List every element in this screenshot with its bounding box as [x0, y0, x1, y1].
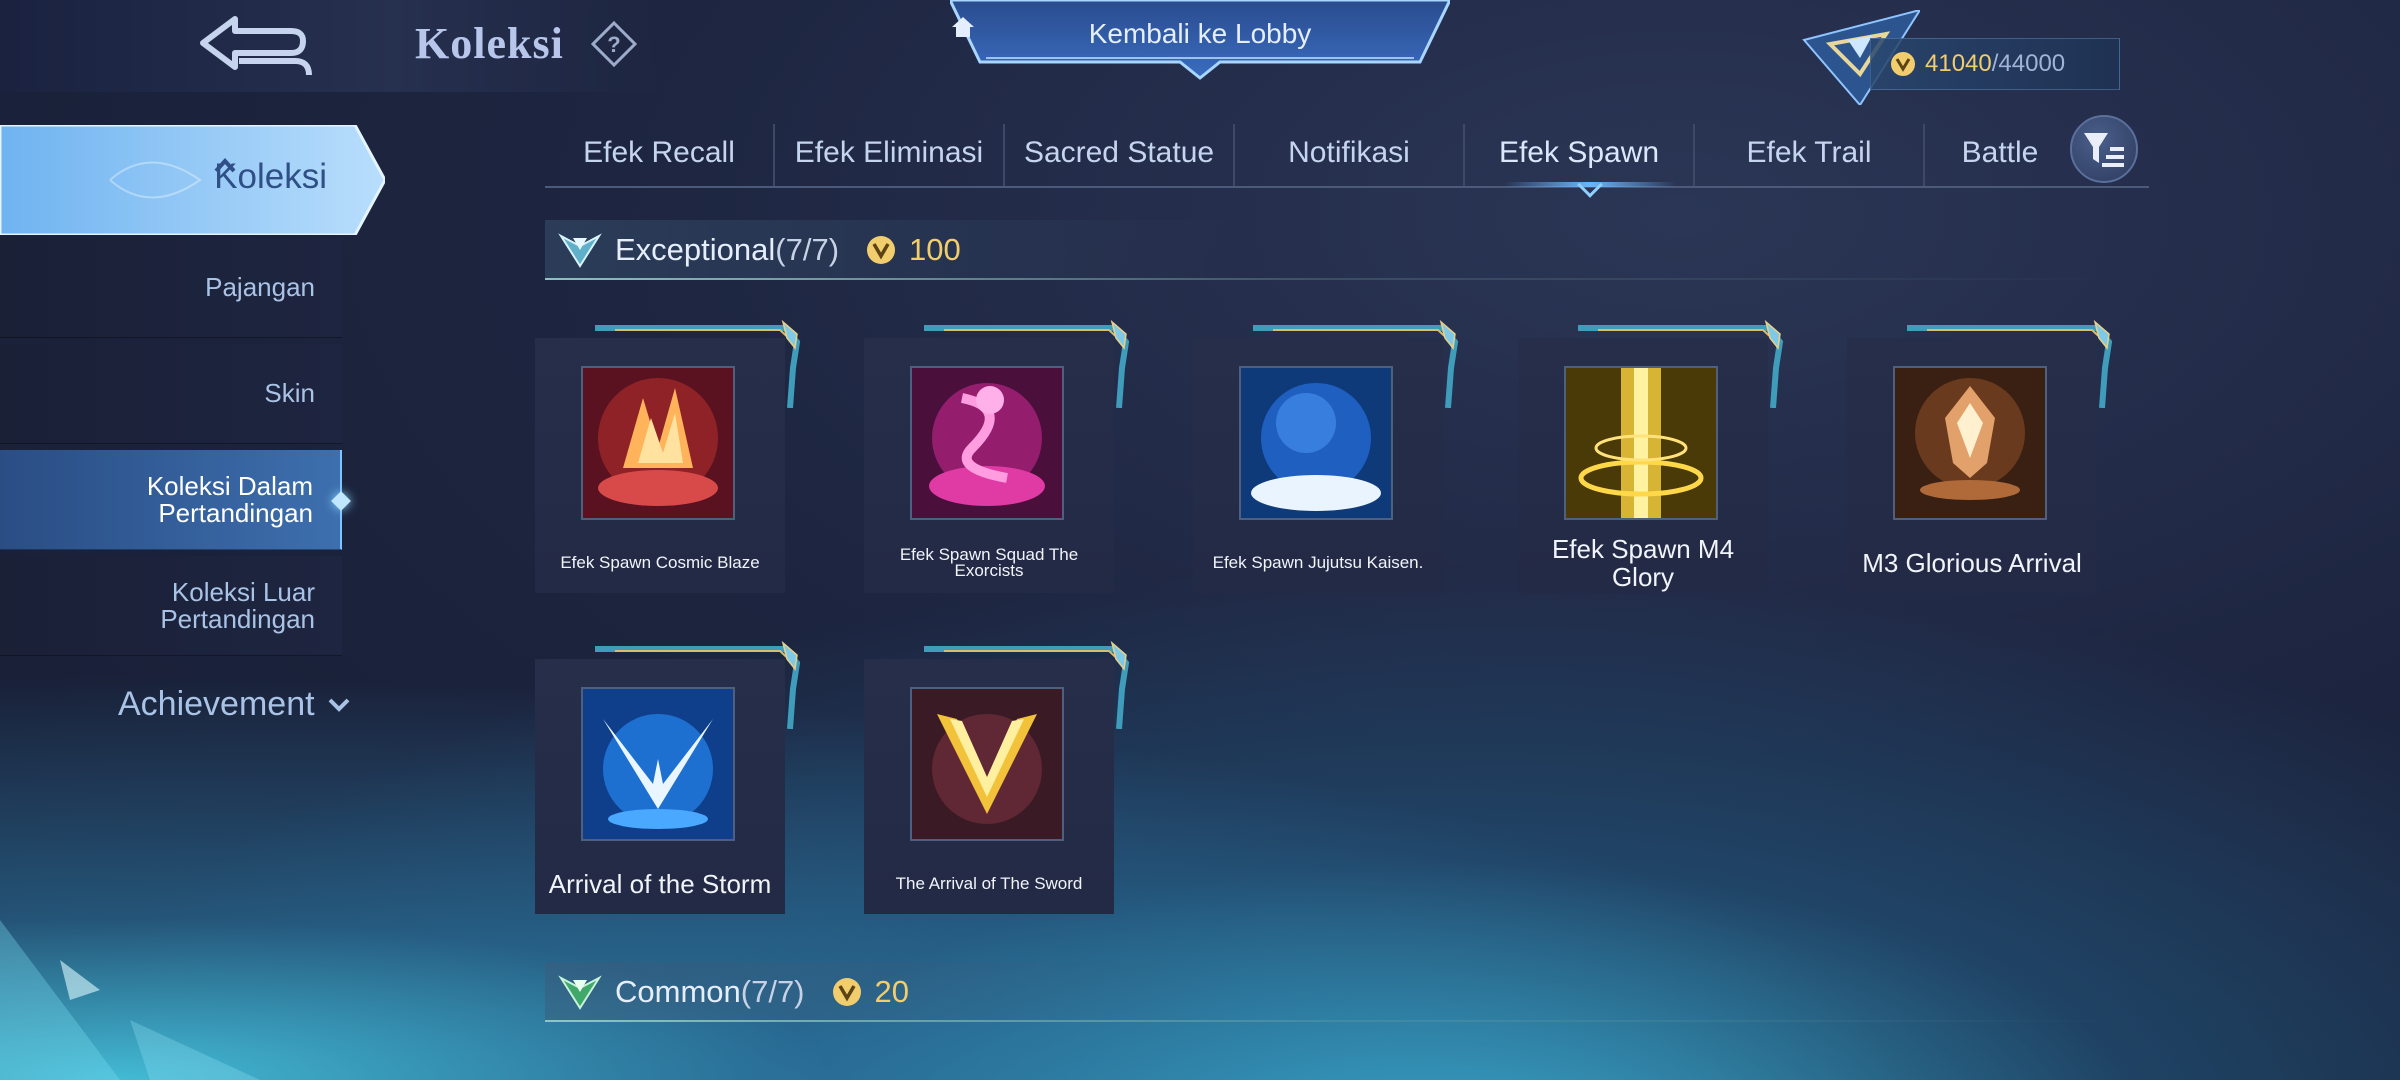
- currency-value: 41040: [1925, 50, 1992, 77]
- chevron-up-icon: [214, 158, 236, 173]
- lobby-label: Kembali ke Lobby: [1088, 18, 1312, 49]
- category-tabs: Efek Recall Efek Eliminasi Sacred Statue…: [545, 120, 2149, 198]
- sidebar-item-koleksi-dalam-pertandingan[interactable]: Koleksi Dalam Pertandingan: [0, 450, 351, 550]
- spawn-effect-card[interactable]: Efek Spawn Cosmic Blaze: [535, 319, 801, 593]
- section-divider: [545, 278, 2125, 280]
- back-arrow-icon: [200, 16, 312, 76]
- sidebar-item-label: Koleksi Dalam Pertandingan: [146, 470, 313, 528]
- svg-text:?: ?: [607, 32, 620, 57]
- tab-efek-spawn[interactable]: Efek Spawn: [1465, 120, 1693, 186]
- sidebar-item-label: Koleksi Luar Pertandingan: [160, 576, 315, 634]
- collection-coin-icon: [1891, 52, 1915, 76]
- back-to-lobby-button[interactable]: Kembali ke Lobby: [950, 0, 1450, 80]
- tab-label: Notifikasi: [1288, 136, 1410, 169]
- spawn-effect-card[interactable]: Arrival of the Storm: [535, 640, 801, 914]
- home-icon: [952, 17, 974, 37]
- active-indicator: [331, 491, 351, 511]
- item-name: The Arrival of The Sword: [895, 873, 1083, 893]
- exorcists-icon: [910, 366, 1064, 520]
- exceptional-tier-icon: [558, 233, 602, 268]
- sidebar-item-skin[interactable]: Skin: [0, 344, 342, 444]
- sidebar-header-frame: [0, 125, 385, 235]
- item-name: Efek Spawn M4 Glory: [1551, 533, 1735, 592]
- tab-label: Battle: [1961, 136, 2039, 169]
- chevron-down-icon: [328, 698, 349, 712]
- storm-wings-icon: [581, 687, 735, 841]
- tab-efek-recall[interactable]: Efek Recall: [545, 120, 773, 186]
- tab-sacred-statue[interactable]: Sacred Statue: [1005, 120, 1233, 186]
- spawn-effect-card[interactable]: M3 Glorious Arrival: [1847, 319, 2113, 593]
- sidebar-item-pajangan[interactable]: Pajangan: [0, 238, 342, 338]
- sidebar-item-label: Skin: [264, 378, 315, 408]
- tab-label: Efek Trail: [1746, 136, 1872, 169]
- question-icon: ?: [591, 21, 637, 67]
- cosmic-blaze-icon: [581, 366, 735, 520]
- tab-efek-trail[interactable]: Efek Trail: [1695, 120, 1923, 186]
- section-points: 100: [909, 232, 961, 267]
- spawn-effect-card[interactable]: The Arrival of The Sword: [864, 640, 1130, 914]
- back-button[interactable]: [180, 8, 330, 84]
- common-tier-icon: [558, 975, 602, 1010]
- achievement-label: Achievement: [118, 685, 315, 723]
- item-name: Arrival of the Storm: [548, 868, 772, 899]
- tab-efek-eliminasi[interactable]: Efek Eliminasi: [775, 120, 1003, 186]
- sidebar-item-koleksi-luar-pertandingan[interactable]: Koleksi Luar Pertandingan: [0, 556, 342, 656]
- tab-label: Efek Eliminasi: [794, 136, 984, 169]
- help-button[interactable]: ?: [590, 20, 638, 68]
- item-name: Efek Spawn Jujutsu Kaisen.: [1212, 552, 1424, 572]
- tab-label: Efek Recall: [583, 136, 735, 169]
- section-divider: [545, 1020, 2125, 1022]
- spawn-effect-card[interactable]: Efek Spawn M4 Glory: [1518, 319, 1784, 593]
- tab-battle[interactable]: Battle: [1925, 120, 2075, 186]
- spawn-effect-card[interactable]: Efek Spawn Jujutsu Kaisen.: [1193, 319, 1459, 593]
- tab-label: Sacred Statue: [1023, 136, 1215, 169]
- section-count: (7/7): [775, 232, 840, 267]
- collection-coin-icon: [832, 978, 861, 1006]
- tab-notifikasi[interactable]: Notifikasi: [1235, 120, 1463, 186]
- collection-points-display: 41040/44000: [1800, 10, 2130, 105]
- sword-v-icon: [910, 687, 1064, 841]
- tab-label: Efek Spawn: [1498, 136, 1660, 169]
- section-title: Exceptional: [615, 232, 776, 267]
- m3-arrival-icon: [1893, 366, 2047, 520]
- section-header-exceptional: Exceptional (7/7) 100: [545, 220, 2125, 280]
- filter-icon: [2084, 133, 2124, 167]
- m4-glory-icon: [1564, 366, 1718, 520]
- item-name: M3 Glorious Arrival: [1862, 547, 2082, 578]
- background-shard-decoration: [0, 920, 260, 1080]
- section-header-common: Common (7/7) 20: [545, 962, 2125, 1022]
- collection-coin-icon: [867, 236, 896, 264]
- item-name: Efek Spawn Cosmic Blaze: [560, 552, 760, 572]
- spawn-effect-card[interactable]: Efek Spawn Squad The Exorcists: [864, 319, 1130, 593]
- filter-button[interactable]: [2070, 115, 2138, 183]
- sidebar-item-label: Pajangan: [205, 272, 315, 302]
- sidebar-achievement[interactable]: Achievement: [118, 685, 351, 724]
- sidebar-koleksi-header[interactable]: Koleksi: [0, 125, 385, 235]
- section-title: Common: [615, 974, 741, 1009]
- page-title: Koleksi: [415, 19, 564, 68]
- section-count: (7/7): [740, 974, 805, 1009]
- currency-max: /44000: [1991, 50, 2066, 77]
- item-name: Efek Spawn Squad The Exorcists: [899, 544, 1079, 580]
- section-points: 20: [874, 974, 909, 1009]
- jujutsu-orb-icon: [1239, 366, 1393, 520]
